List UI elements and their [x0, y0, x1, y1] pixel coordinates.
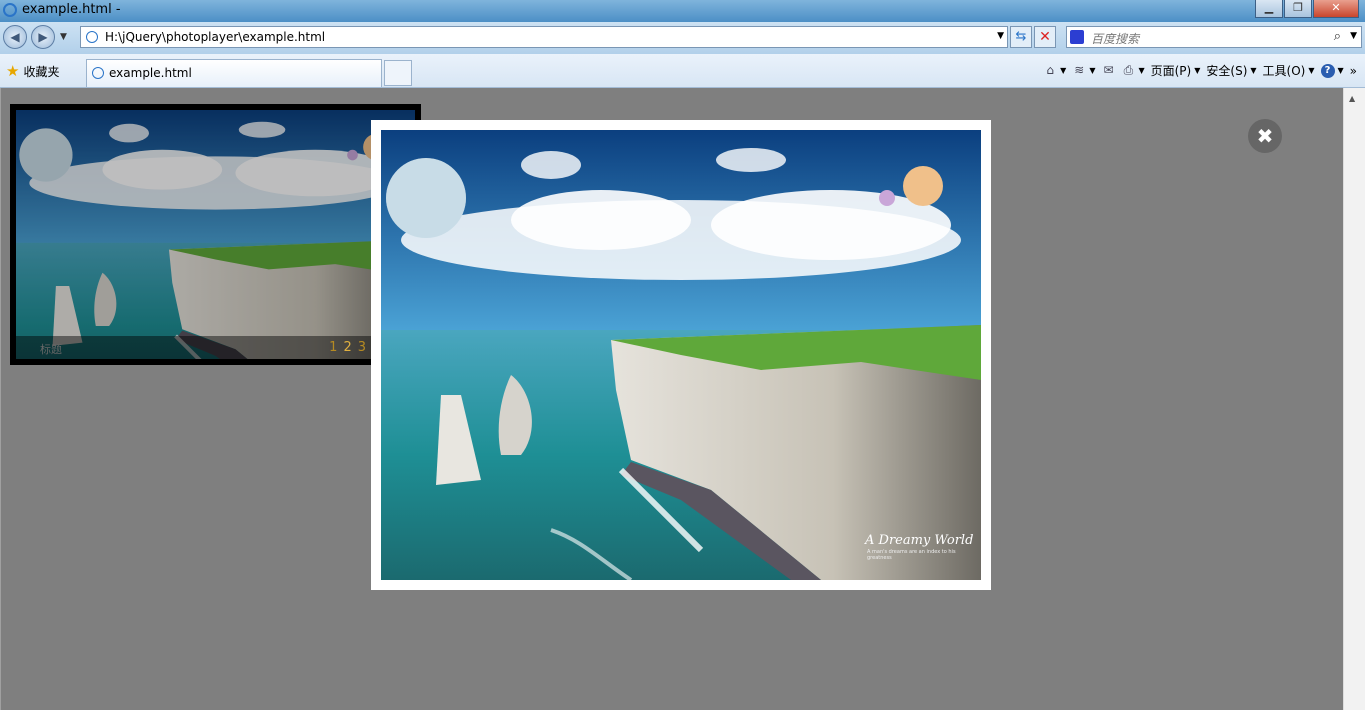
watermark-title: A Dreamy World [865, 533, 974, 548]
mail-button[interactable]: ✉ [1101, 64, 1115, 77]
url-text[interactable]: H:\jQuery\photoplayer\example.html [105, 30, 325, 44]
home-caret-icon[interactable]: ▼ [1060, 66, 1066, 75]
slide-number-1[interactable]: 1 [329, 340, 337, 355]
page-menu[interactable]: 页面(P) ▼ [1151, 62, 1201, 79]
window-titlebar: example.html - ▁ ❐ ✕ [0, 0, 1365, 22]
help-icon: ? [1320, 63, 1335, 78]
mail-icon: ✉ [1103, 63, 1114, 77]
search-dropdown-icon[interactable]: ▼ [1350, 31, 1357, 41]
back-button[interactable]: ◀ [3, 25, 27, 49]
command-bar: ⌂ ▼ ≋ ▼ ✉ ⎙ ▼ 页面(P) ▼ 安全(S) ▼ 工具(O) ▼ ? ▼ » [1043, 62, 1357, 79]
ie-logo-icon [3, 3, 17, 17]
lightbox-landscape-image [381, 130, 981, 580]
tab-label: example.html [109, 66, 192, 80]
tools-menu[interactable]: 工具(O) ▼ [1263, 62, 1315, 79]
safety-menu[interactable]: 安全(S) ▼ [1206, 62, 1256, 79]
slide-caption-label: 标题 [40, 343, 62, 356]
new-tab-button[interactable] [384, 60, 412, 86]
favorites-button[interactable]: ★ 收藏夹 [6, 62, 59, 80]
photo-player: 标题 1 2 3 [10, 104, 421, 365]
feeds-button[interactable]: ≋ ▼ [1072, 64, 1095, 77]
lightbox-image[interactable]: A Dreamy World A man's dreams are an ind… [381, 130, 981, 580]
chevron-more-icon: » [1349, 63, 1357, 78]
search-placeholder: 百度搜索 [1091, 32, 1140, 46]
stop-button[interactable]: ✕ [1034, 26, 1056, 48]
page-icon [86, 31, 98, 43]
scroll-up-icon[interactable]: ▲ [1349, 94, 1355, 103]
page-caret-icon: ▼ [1194, 66, 1201, 75]
slide-pager: 1 2 3 [329, 340, 366, 355]
print-button[interactable]: ⎙ ▼ [1121, 63, 1145, 77]
help-menu[interactable]: ? ▼ [1320, 63, 1344, 78]
slide-number-3[interactable]: 3 [358, 340, 366, 355]
page-menu-label: 页面(P) [1150, 64, 1192, 78]
window-controls: ▁ ❐ ✕ [1254, 0, 1359, 18]
home-icon: ⌂ [1046, 63, 1054, 77]
slide-number-2[interactable]: 2 [343, 340, 351, 355]
search-input[interactable]: 百度搜索 ⌕ ▼ [1066, 26, 1362, 48]
slide-landscape-image [16, 110, 415, 359]
feeds-caret-icon[interactable]: ▼ [1089, 66, 1095, 75]
tab-bar: ★ 收藏夹 example.html ⌂ ▼ ≋ ▼ ✉ ⎙ ▼ 页面(P) ▼ 安全(… [0, 54, 1365, 88]
lightbox-close-icon[interactable]: ✖ [1248, 119, 1282, 153]
printer-icon: ⎙ [1123, 63, 1134, 77]
rss-icon: ≋ [1074, 63, 1085, 77]
history-dropdown-icon[interactable]: ▼ [60, 32, 67, 42]
forward-button[interactable]: ▶ [31, 25, 55, 49]
print-caret-icon[interactable]: ▼ [1138, 66, 1144, 75]
tab-example[interactable]: example.html [86, 59, 382, 87]
restore-button[interactable]: ❐ [1284, 0, 1312, 18]
star-icon: ★ [6, 62, 20, 80]
tools-caret-icon: ▼ [1308, 66, 1315, 75]
safety-caret-icon: ▼ [1250, 66, 1257, 75]
help-caret-icon: ▼ [1337, 66, 1344, 75]
safety-menu-label: 安全(S) [1206, 64, 1248, 78]
window-title: example.html - [22, 2, 121, 17]
tools-menu-label: 工具(O) [1262, 64, 1306, 78]
favorites-label: 收藏夹 [23, 64, 60, 79]
close-window-button[interactable]: ✕ [1313, 0, 1359, 18]
baidu-logo-icon [1070, 30, 1084, 44]
address-bar: ◀ ▶ ▼ H:\jQuery\photoplayer\example.html… [0, 22, 1365, 54]
minimize-button[interactable]: ▁ [1255, 0, 1283, 18]
slide-image[interactable] [16, 110, 415, 359]
home-button[interactable]: ⌂ ▼ [1043, 64, 1066, 77]
url-dropdown-icon[interactable]: ▼ [997, 31, 1004, 41]
url-field[interactable]: H:\jQuery\photoplayer\example.html ▼ [80, 26, 1008, 48]
watermark-subtitle: A man's dreams are an index to his great… [867, 549, 956, 561]
lightbox-frame: A Dreamy World A man's dreams are an ind… [371, 120, 991, 590]
refresh-button[interactable]: ⇆ [1010, 26, 1032, 48]
tab-page-icon [92, 67, 104, 79]
vertical-scrollbar[interactable]: ▲ [1343, 88, 1365, 710]
more-commands-button[interactable]: » [1350, 64, 1357, 78]
search-icon[interactable]: ⌕ [1334, 29, 1341, 44]
